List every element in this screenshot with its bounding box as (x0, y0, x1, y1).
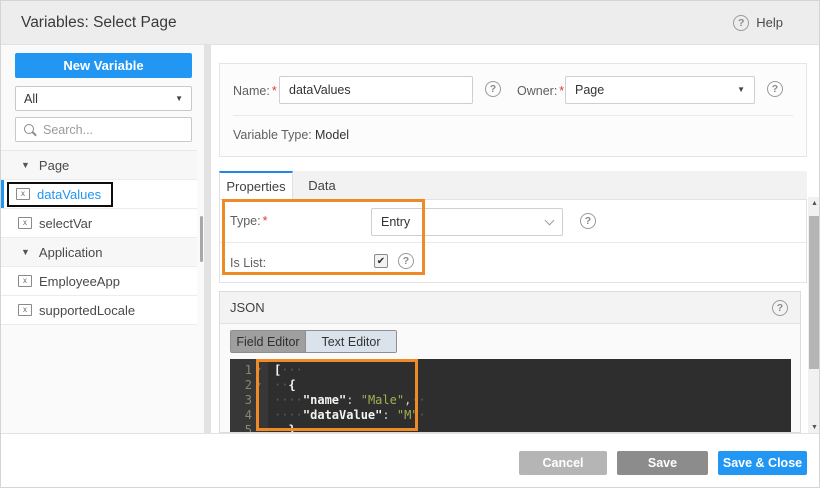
code-line[interactable]: ····"name": "Male",·· (274, 393, 791, 408)
json-panel-body: Field Editor Text Editor 1 ▾ 2 ▾ 3 4 5 [··· ··{… (220, 324, 800, 432)
tree-group-page[interactable]: ▼ Page (1, 151, 197, 180)
scroll-up-icon[interactable]: ▲ (808, 197, 819, 209)
json-title: JSON (230, 300, 265, 315)
variable-type-value: Model (315, 128, 350, 142)
save-button[interactable]: Save (617, 451, 708, 475)
owner-select[interactable]: Page ▼ (565, 76, 755, 104)
variable-icon: x (18, 275, 32, 287)
variables-sidebar: New Variable All ▼ ▼PagexdataValuesxsele… (1, 45, 204, 433)
scroll-down-icon[interactable]: ▼ (808, 421, 819, 433)
name-help-icon[interactable]: ? (485, 81, 501, 97)
name-label: Name: * (233, 84, 277, 98)
scrollbar-thumb[interactable] (809, 216, 819, 369)
variable-detail-panel: Name:* ? Owner:* Page ▼ ? Variable Type:… (211, 45, 819, 433)
is-list-help-icon[interactable]: ? (398, 253, 414, 269)
variable-search[interactable] (15, 117, 192, 142)
tab-data[interactable]: Data (293, 171, 351, 199)
cancel-button[interactable]: Cancel (519, 451, 607, 475)
tree-group-application[interactable]: ▼ Application (1, 238, 197, 267)
chevron-down-icon: ▼ (175, 93, 183, 103)
tab-properties[interactable]: Properties (219, 171, 293, 199)
search-icon (23, 123, 37, 137)
variable-icon: x (18, 217, 32, 229)
help-button[interactable]: ? Help (733, 14, 783, 31)
page-title: Variables: Select Page (21, 13, 177, 31)
type-select[interactable]: Entry (371, 208, 563, 236)
owner-help-icon[interactable]: ? (767, 81, 783, 97)
code-line[interactable]: ··} (274, 423, 791, 432)
properties-panel: Type: * Entry ? Is List: ✔ ? (219, 199, 807, 283)
fold-icon (252, 423, 266, 432)
type-value: Entry (381, 215, 411, 229)
tree-item-employeeapp[interactable]: x EmployeeApp (1, 267, 197, 296)
gutter-line: 4 (230, 408, 268, 423)
editor-gutter: 1 ▾ 2 ▾ 3 4 5 (230, 359, 268, 432)
text-editor-button[interactable]: Text Editor (306, 331, 396, 352)
variable-tree: ▼ Page x dataValues x selectVar ▼ Application x E… (1, 150, 197, 325)
help-label[interactable]: Help (756, 15, 783, 30)
code-line[interactable]: [··· (274, 363, 791, 378)
selection-outline: x dataValues (7, 181, 114, 207)
dialog-header: Variables: Select Page ? Help (1, 1, 819, 45)
row-separator (220, 242, 806, 243)
sidebar-scrollbar-thumb[interactable] (200, 216, 203, 262)
is-list-label: Is List: (230, 256, 267, 270)
chevron-down-icon (544, 215, 555, 225)
tree-item-datavalues[interactable]: x dataValues (1, 180, 197, 209)
gutter-line: 3 (230, 393, 268, 408)
save-close-button[interactable]: Save & Close (718, 451, 807, 475)
variable-icon: x (18, 304, 32, 316)
code-line[interactable]: ··{ (274, 378, 791, 393)
owner-value: Page (575, 83, 605, 97)
type-label: Type: * (230, 214, 268, 228)
triangle-down-icon: ▼ (21, 247, 30, 257)
triangle-down-icon: ▼ (21, 160, 30, 170)
chevron-down-icon: ▼ (737, 85, 745, 94)
selection-accent-bar (1, 180, 4, 208)
name-field[interactable] (279, 76, 473, 104)
fold-icon (252, 408, 266, 423)
owner-label: Owner: * (517, 84, 565, 98)
fold-icon[interactable]: ▾ (252, 363, 266, 378)
tree-item-supportedlocale[interactable]: x supportedLocale (1, 296, 197, 325)
gutter-line: 2 ▾ (230, 378, 268, 393)
variable-meta-panel: Name:* ? Owner:* Page ▼ ? Variable Type:… (219, 63, 807, 157)
panel-divider (204, 45, 211, 433)
main-scrollbar[interactable]: ▲ ▼ (808, 197, 819, 433)
detail-tabbar: Properties Data (219, 171, 807, 199)
new-variable-button[interactable]: New Variable (15, 53, 192, 78)
json-help-icon[interactable]: ? (772, 299, 788, 316)
code-line[interactable]: ····"dataValue": "M"· (274, 408, 791, 423)
type-help-icon[interactable]: ? (580, 213, 596, 229)
panel-separator (233, 115, 793, 116)
search-input[interactable] (43, 122, 173, 137)
field-editor-button[interactable]: Field Editor (231, 331, 306, 352)
editor-mode-toggle: Field Editor Text Editor (230, 330, 397, 353)
variables-dialog: Variables: Select Page ? Help New Variab… (0, 0, 820, 488)
fold-icon (252, 393, 266, 408)
fold-icon[interactable]: ▾ (252, 378, 266, 393)
gutter-line: 5 (230, 423, 268, 432)
variable-icon: x (16, 188, 30, 200)
is-list-checkbox[interactable]: ✔ (374, 254, 388, 268)
gutter-line: 1 ▾ (230, 363, 268, 378)
editor-code[interactable]: [··· ··{····"name": "Male",·· ····"dataVal… (268, 359, 791, 432)
json-panel-header: JSON ? (220, 292, 800, 324)
json-code-editor[interactable]: 1 ▾ 2 ▾ 3 4 5 [··· ··{····"name": "Male",·· ····… (230, 359, 791, 432)
variable-filter-select[interactable]: All ▼ (15, 86, 192, 111)
help-icon[interactable]: ? (733, 14, 750, 31)
variable-type-label: Variable Type: (233, 128, 312, 142)
filter-value: All (24, 91, 38, 106)
dialog-footer: Cancel Save Save & Close (1, 433, 819, 487)
tree-item-selectvar[interactable]: x selectVar (1, 209, 197, 238)
json-panel: JSON ? Field Editor Text Editor 1 ▾ 2 ▾ 3 4 5 … (219, 291, 801, 433)
